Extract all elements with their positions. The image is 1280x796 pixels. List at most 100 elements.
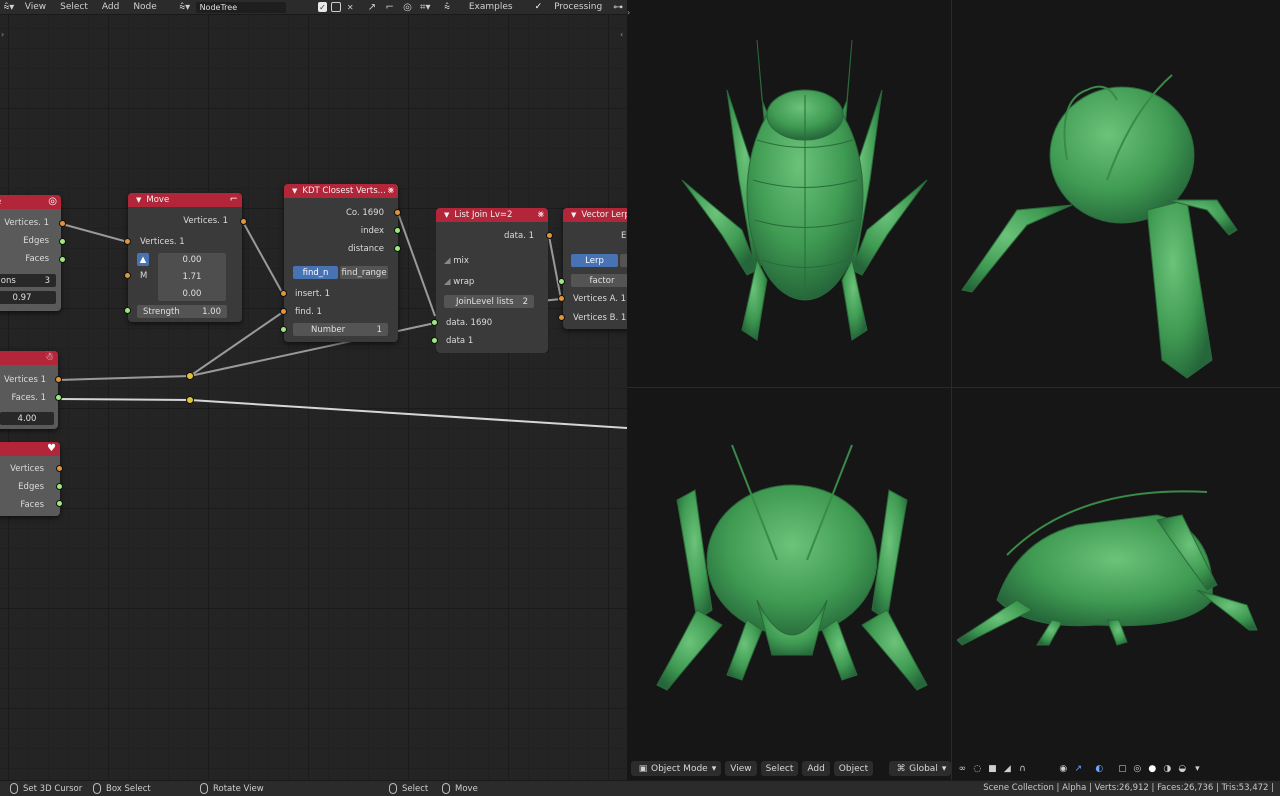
pivot-link-icon[interactable]: ∞ bbox=[955, 762, 969, 776]
xray-icon[interactable]: ▢ bbox=[1115, 762, 1129, 776]
socket-mid-faces-out[interactable] bbox=[55, 394, 62, 401]
grid-snap-icon[interactable]: ⌗▾ bbox=[418, 2, 432, 13]
socket-bottom-vertices-out[interactable] bbox=[56, 465, 63, 472]
socket-faces-out[interactable] bbox=[59, 256, 66, 263]
visibility-icon[interactable]: ◉ bbox=[1056, 762, 1070, 776]
menu-object[interactable]: Object bbox=[833, 761, 874, 776]
node-header[interactable]: e ◎ bbox=[0, 195, 61, 209]
node-list-join[interactable]: ▼ List Join Lv=2 ⨳ data. 1 ◢ mix ◢ wrap … bbox=[436, 208, 548, 353]
mix-toggle[interactable]: ◢ mix bbox=[444, 256, 469, 266]
grasshopper-top-view[interactable] bbox=[667, 30, 947, 375]
factor-field[interactable]: factor bbox=[571, 274, 627, 287]
node-header[interactable]: ☃ bbox=[0, 351, 58, 365]
vector-expand-icon[interactable]: ▲ bbox=[137, 253, 149, 266]
node-left-bottom[interactable]: ♥ Vertices Edges Faces bbox=[0, 442, 60, 516]
mode-find-range-button[interactable]: find_range bbox=[340, 266, 388, 279]
menu-select[interactable]: Select bbox=[53, 2, 95, 12]
gizmo-icon[interactable]: ↗ bbox=[1071, 762, 1085, 776]
collapse-arrow-icon[interactable]: ▼ bbox=[136, 196, 141, 204]
node-header[interactable]: ▼ KDT Closest Verts... ⨳ bbox=[284, 184, 398, 198]
node-kdt-closest-verts[interactable]: ▼ KDT Closest Verts... ⨳ Co. 1690 index … bbox=[284, 184, 398, 342]
mode-alt-button[interactable] bbox=[620, 254, 627, 267]
shading-options-chevron-icon[interactable]: ▾ bbox=[1190, 762, 1204, 776]
menu-add[interactable]: Add bbox=[95, 2, 126, 12]
mode-find-n-button[interactable]: find_n bbox=[293, 266, 338, 279]
socket-move-strength-in[interactable] bbox=[124, 307, 131, 314]
socket-edges-out[interactable] bbox=[59, 238, 66, 245]
node-header[interactable]: ▼ Vector Lerp bbox=[563, 208, 627, 222]
socket-kdt-number-in[interactable] bbox=[280, 326, 287, 333]
duplicate-icon[interactable] bbox=[331, 2, 342, 12]
node-move[interactable]: ▼ Move ⌐ Vertices. 1 Vertices. 1 ▲ M 0.0… bbox=[128, 193, 242, 322]
join-level-field[interactable]: JoinLevel lists 2 bbox=[444, 295, 534, 308]
falloff-icon[interactable]: ∩ bbox=[1015, 762, 1029, 776]
socket-lerp-a-in[interactable] bbox=[558, 295, 565, 302]
node-vector-lerp[interactable]: ▼ Vector Lerp E Lerp factor Vertices A. … bbox=[563, 208, 627, 329]
subdivisions-field[interactable]: sions 3 bbox=[0, 274, 56, 287]
unlink-x-icon[interactable]: ✕ bbox=[345, 2, 355, 12]
socket-move-out[interactable] bbox=[240, 218, 247, 225]
socket-kdt-distance-out[interactable] bbox=[394, 245, 401, 252]
processing-toggle[interactable]: Processing bbox=[554, 2, 609, 12]
grasshopper-front-view[interactable] bbox=[637, 440, 952, 695]
snap-icon[interactable]: ⌐ bbox=[383, 2, 397, 13]
socket-lerp-b-in[interactable] bbox=[558, 314, 565, 321]
node-tree-name-field[interactable]: NodeTree bbox=[195, 1, 287, 13]
vector-x-field[interactable]: 0.00 bbox=[158, 253, 226, 266]
menu-select[interactable]: Select bbox=[760, 761, 799, 776]
sverchok-icon[interactable]: ⩯ bbox=[440, 2, 454, 13]
solid-shading-icon[interactable]: ● bbox=[1145, 762, 1159, 776]
viewport-toolbar-expand-icon[interactable]: › bbox=[627, 8, 630, 17]
collapse-arrow-icon[interactable]: ▼ bbox=[292, 187, 297, 195]
wrap-toggle[interactable]: ◢ wrap bbox=[444, 277, 474, 287]
lerp-mode-button[interactable]: Lerp bbox=[571, 254, 618, 267]
processing-check-icon[interactable]: ✓ bbox=[528, 2, 550, 12]
grasshopper-perspective-view[interactable] bbox=[957, 60, 1277, 380]
socket-listjoin-out[interactable] bbox=[546, 232, 553, 239]
node-header[interactable]: ♥ bbox=[0, 442, 60, 456]
socket-listjoin-data2-in[interactable] bbox=[431, 337, 438, 344]
vector-y-field[interactable]: 1.71 bbox=[158, 270, 226, 283]
socket-bottom-edges-out[interactable] bbox=[56, 483, 63, 490]
socket-kdt-co-out[interactable] bbox=[394, 209, 401, 216]
pin-icon[interactable]: ↗ bbox=[365, 2, 379, 13]
proportional-edit-icon[interactable]: ◢ bbox=[1000, 762, 1014, 776]
value-field[interactable]: 4.00 bbox=[0, 412, 54, 425]
menu-view[interactable]: View bbox=[18, 2, 53, 12]
socket-lerp-factor-in[interactable] bbox=[558, 278, 565, 285]
rendered-shading-icon[interactable]: ◒ bbox=[1175, 762, 1189, 776]
menu-node[interactable]: Node bbox=[126, 2, 164, 12]
collapse-arrow-icon[interactable]: ▼ bbox=[571, 211, 576, 219]
material-shading-icon[interactable]: ◑ bbox=[1160, 762, 1174, 776]
node-left-top[interactable]: e ◎ Vertices. 1 Edges Faces sions 3 0.97 bbox=[0, 195, 61, 311]
node-settings-icon[interactable]: ⊶ bbox=[611, 2, 625, 13]
tree-type-icon[interactable]: ⩯▾ bbox=[178, 2, 192, 13]
number-field[interactable]: Number 1 bbox=[293, 323, 388, 336]
socket-listjoin-data-in[interactable] bbox=[431, 319, 438, 326]
collapse-arrow-icon[interactable]: ▼ bbox=[444, 211, 449, 219]
strength-field[interactable]: Strength 1.00 bbox=[137, 305, 227, 318]
toolbar-expand-icon[interactable]: › bbox=[1, 30, 4, 39]
orientation-dropdown[interactable]: ⌘ Global ▾ bbox=[889, 761, 952, 776]
socket-mid-vertices-out[interactable] bbox=[55, 376, 62, 383]
node-header[interactable]: ▼ List Join Lv=2 ⨳ bbox=[436, 208, 548, 222]
socket-bottom-faces-out[interactable] bbox=[56, 500, 63, 507]
snap-target-icon[interactable]: ■ bbox=[985, 762, 999, 776]
overlay-icon[interactable]: ◎ bbox=[401, 2, 415, 13]
object-mode-dropdown[interactable]: ▣ Object Mode ▾ bbox=[631, 761, 722, 776]
node-left-mid[interactable]: ☃ Vertices 1 Faces. 1 4.00 bbox=[0, 351, 58, 429]
radius-field[interactable]: 0.97 bbox=[0, 291, 56, 304]
sidebar-expand-icon[interactable]: ‹ bbox=[620, 30, 623, 39]
menu-view[interactable]: View bbox=[725, 761, 757, 776]
wireframe-shading-icon[interactable]: ◎ bbox=[1130, 762, 1144, 776]
examples-menu[interactable]: Examples bbox=[462, 2, 520, 12]
socket-move-vertices-in[interactable] bbox=[124, 238, 131, 245]
socket-kdt-find-in[interactable] bbox=[280, 308, 287, 315]
fake-user-shield-icon[interactable]: ✓ bbox=[317, 2, 328, 12]
socket-vertices-out[interactable] bbox=[59, 220, 66, 227]
menu-add[interactable]: Add bbox=[802, 761, 830, 776]
socket-move-m-in[interactable] bbox=[124, 272, 131, 279]
socket-kdt-index-out[interactable] bbox=[394, 227, 401, 234]
snap-icon[interactable]: ◌ bbox=[970, 762, 984, 776]
overlays-icon[interactable]: ◐ bbox=[1092, 762, 1106, 776]
